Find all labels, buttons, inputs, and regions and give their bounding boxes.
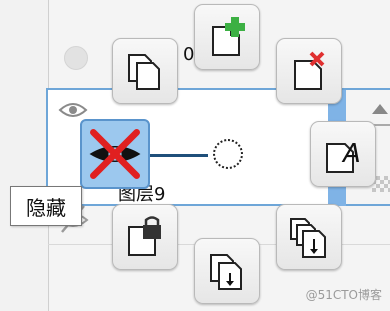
new-layer-button[interactable] bbox=[194, 4, 260, 70]
selection-border-bottom bbox=[346, 204, 390, 206]
layer-thumbnail[interactable] bbox=[80, 119, 150, 189]
layers-panel-canvas: 0 图层9 A 隐藏 @51CTO博客 bbox=[0, 0, 390, 311]
delete-layer-button[interactable] bbox=[276, 38, 342, 104]
left-strip bbox=[0, 0, 48, 311]
layer-toggle-circle[interactable] bbox=[64, 46, 88, 70]
hide-tooltip: 隐藏 bbox=[10, 186, 82, 226]
page-text-icon: A bbox=[326, 139, 361, 173]
new-page-plus-icon bbox=[212, 17, 245, 56]
drag-target-circle bbox=[213, 139, 243, 169]
layer-row-value: 0 bbox=[183, 44, 195, 65]
scroll-up-arrow-icon[interactable] bbox=[372, 104, 388, 114]
hide-layer-icon bbox=[89, 129, 141, 179]
rename-layer-button[interactable]: A bbox=[310, 121, 376, 187]
page-delete-icon bbox=[294, 51, 325, 90]
merge-down-button[interactable] bbox=[276, 204, 342, 270]
page-down-arrow-icon bbox=[210, 254, 242, 290]
copy-pages-icon bbox=[128, 54, 160, 90]
page-lock-icon bbox=[128, 216, 161, 256]
move-down-button[interactable] bbox=[194, 238, 260, 304]
selection-border-top bbox=[346, 88, 390, 90]
svg-text:A: A bbox=[341, 139, 361, 169]
watermark: @51CTO博客 bbox=[305, 288, 382, 302]
lock-layer-button[interactable] bbox=[112, 204, 178, 270]
duplicate-layer-button[interactable] bbox=[112, 38, 178, 104]
pages-merge-down-icon bbox=[290, 218, 326, 258]
eye-icon[interactable] bbox=[58, 100, 88, 120]
